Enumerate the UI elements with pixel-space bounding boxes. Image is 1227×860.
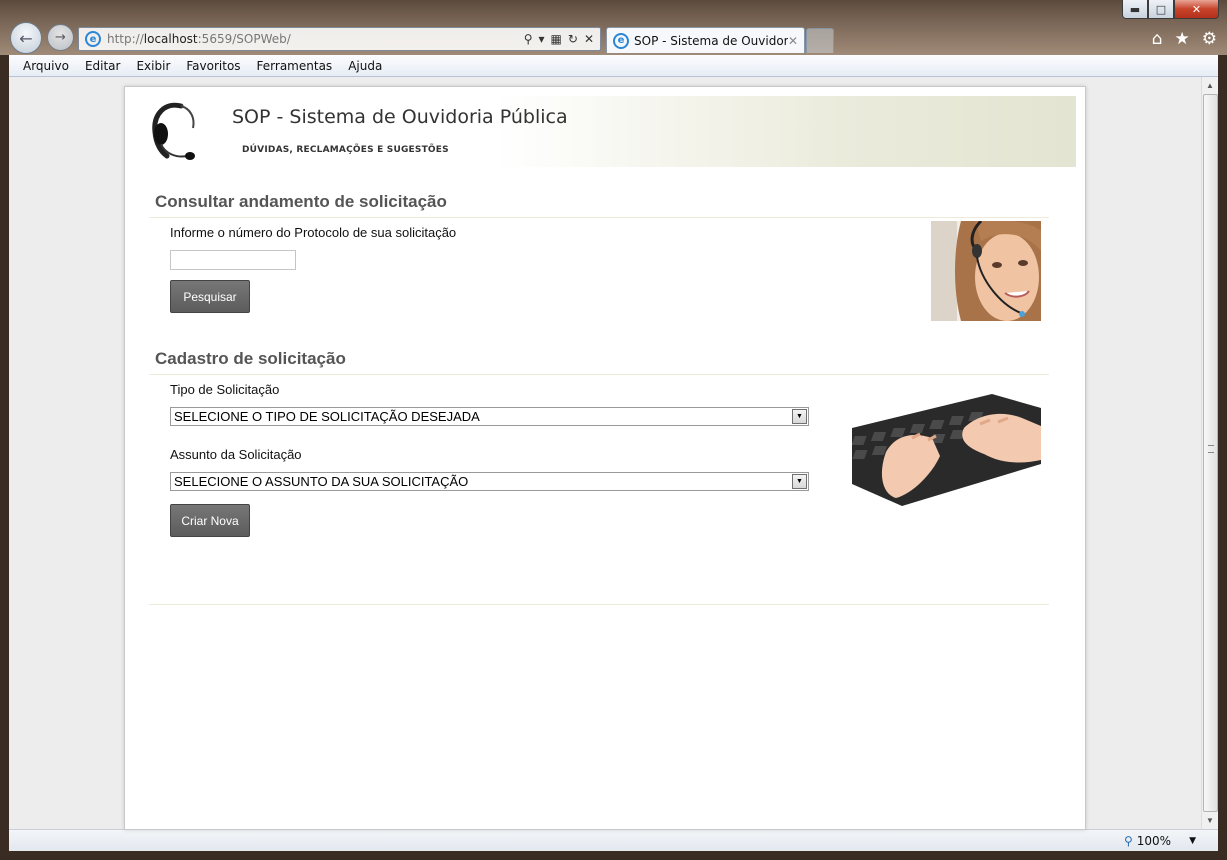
back-arrow-icon[interactable]: ← — [10, 22, 42, 54]
url-scheme: http:// — [107, 32, 144, 46]
scroll-up-icon[interactable]: ▲ — [1202, 77, 1218, 94]
browser-tab-active[interactable]: e SOP - Sistema de Ouvidoria... ✕ — [606, 27, 805, 53]
url-path: :5659/SOPWeb/ — [197, 32, 291, 46]
menu-editar[interactable]: Editar — [77, 59, 129, 73]
section-divider — [149, 374, 1049, 375]
menu-favoritos[interactable]: Favoritos — [178, 59, 248, 73]
protocol-label: Informe o número do Protocolo de sua sol… — [170, 225, 457, 240]
address-bar-tools: ⚲ ▾ ▦ ↻ ✕ — [524, 32, 600, 46]
scroll-grip-icon — [1208, 445, 1214, 453]
zoom-level[interactable]: 100% — [1137, 834, 1171, 848]
menu-bar: Arquivo Editar Exibir Favoritos Ferramen… — [9, 55, 1218, 77]
scroll-down-icon[interactable]: ▼ — [1202, 812, 1218, 829]
assunto-select-value: SELECIONE O ASSUNTO DA SUA SOLICITAÇÃO — [174, 474, 469, 489]
consulta-section-title: Consultar andamento de solicitação — [155, 192, 447, 211]
attendant-image-icon — [931, 221, 1041, 321]
zoom-dropdown-icon[interactable]: ▼ — [1189, 836, 1196, 846]
menu-ferramentas[interactable]: Ferramentas — [249, 59, 341, 73]
tipo-select-value: SELECIONE O TIPO DE SOLICITAÇÃO DESEJADA — [174, 409, 480, 424]
refresh-icon[interactable]: ↻ — [568, 32, 578, 46]
close-icon[interactable]: ✕ — [1174, 0, 1219, 19]
maximize-icon[interactable]: □ — [1148, 0, 1174, 19]
keyboard-photo — [852, 394, 1041, 509]
stop-icon[interactable]: ✕ — [584, 32, 594, 46]
search-icon[interactable]: ⚲ — [524, 32, 533, 46]
tab-close-icon[interactable]: ✕ — [788, 34, 798, 48]
cadastro-section-title: Cadastro de solicitação — [155, 349, 346, 368]
page-container: SOP - Sistema de Ouvidoria Pública DÚVID… — [124, 86, 1086, 830]
header-banner: SOP - Sistema de Ouvidoria Pública DÚVID… — [139, 96, 1076, 167]
home-icon[interactable]: ⌂ — [1152, 29, 1163, 49]
ie-logo-icon: e — [85, 31, 101, 47]
tab-favicon-icon: e — [613, 32, 629, 49]
tipo-label: Tipo de Solicitação — [170, 382, 280, 397]
tipo-select[interactable]: SELECIONE O TIPO DE SOLICITAÇÃO DESEJADA… — [170, 407, 809, 426]
assunto-select[interactable]: SELECIONE O ASSUNTO DA SUA SOLICITAÇÃO ▼ — [170, 472, 809, 491]
footer-divider — [149, 604, 1049, 605]
menu-exibir[interactable]: Exibir — [128, 59, 178, 73]
favorites-star-icon[interactable]: ★ — [1175, 29, 1190, 49]
dropdown-icon[interactable]: ▾ — [539, 32, 545, 46]
new-tab-button[interactable] — [806, 28, 834, 53]
section-divider — [149, 217, 1049, 218]
menu-ajuda[interactable]: Ajuda — [340, 59, 390, 73]
menu-arquivo[interactable]: Arquivo — [15, 59, 77, 73]
window-controls: ▬ □ ✕ — [1122, 0, 1219, 19]
zoom-icon[interactable]: ⚲ — [1124, 834, 1133, 848]
site-subtitle: DÚVIDAS, RECLAMAÇÕES E SUGESTÕES — [242, 145, 449, 155]
search-button[interactable]: Pesquisar — [170, 280, 250, 313]
headset-logo-icon — [152, 102, 195, 160]
vertical-scrollbar[interactable]: ▲ ▼ — [1201, 77, 1218, 829]
browser-title-bar: ▬ □ ✕ ← → e http://localhost:5659/SOPWeb… — [0, 0, 1227, 55]
keyboard-hands-image-icon — [852, 394, 1041, 509]
attendant-photo — [931, 221, 1041, 321]
settings-gear-icon[interactable]: ⚙ — [1202, 29, 1217, 49]
compatibility-view-icon[interactable]: ▦ — [551, 32, 562, 46]
chevron-down-icon[interactable]: ▼ — [792, 474, 807, 489]
url-host: localhost — [143, 32, 198, 46]
protocol-input[interactable] — [170, 250, 296, 270]
scroll-thumb[interactable] — [1203, 94, 1218, 812]
browser-tools: ⌂ ★ ⚙ — [1152, 29, 1217, 49]
assunto-label: Assunto da Solicitação — [170, 447, 302, 462]
forward-arrow-icon[interactable]: → — [47, 24, 74, 51]
address-url[interactable]: http://localhost:5659/SOPWeb/ — [107, 32, 291, 46]
tab-title: SOP - Sistema de Ouvidoria... — [634, 33, 788, 48]
minimize-icon[interactable]: ▬ — [1122, 0, 1148, 19]
status-bar: ⚲ 100% ▼ — [9, 829, 1218, 851]
create-new-button[interactable]: Criar Nova — [170, 504, 250, 537]
chevron-down-icon[interactable]: ▼ — [792, 409, 807, 424]
address-bar[interactable]: e http://localhost:5659/SOPWeb/ ⚲ ▾ ▦ ↻ … — [78, 27, 601, 51]
site-title: SOP - Sistema de Ouvidoria Pública — [232, 106, 568, 128]
